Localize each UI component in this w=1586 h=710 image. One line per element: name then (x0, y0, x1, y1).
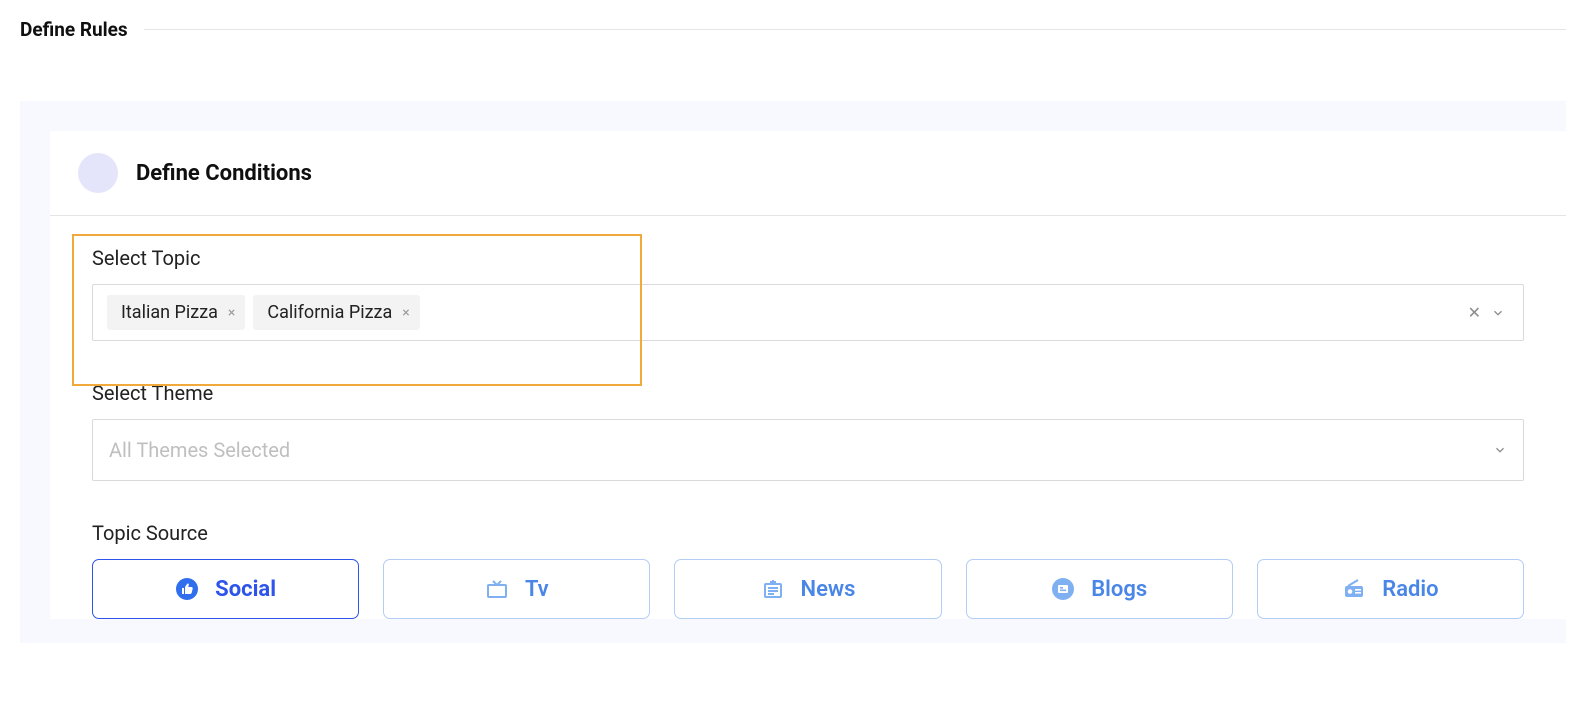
field-select-theme: Select Theme All Themes Selected (92, 381, 1524, 481)
source-social[interactable]: Social (92, 559, 359, 619)
divider (144, 29, 1566, 30)
label-select-theme: Select Theme (92, 381, 1524, 405)
chevron-down-icon[interactable] (1493, 443, 1507, 457)
source-news[interactable]: News (674, 559, 941, 619)
field-select-topic: Select Topic Italian Pizza × California … (92, 246, 1524, 341)
source-blogs[interactable]: Blogs (966, 559, 1233, 619)
conditions-card: Define Conditions Select Topic Italian P… (50, 131, 1566, 619)
source-label: Blogs (1091, 577, 1147, 602)
topic-tag[interactable]: Italian Pizza × (107, 295, 245, 330)
news-icon (761, 577, 785, 601)
source-tv[interactable]: Tv (383, 559, 650, 619)
topic-tag[interactable]: California Pizza × (253, 295, 419, 330)
tv-icon (485, 577, 509, 601)
source-label: Tv (525, 577, 549, 602)
field-topic-source: Topic Source Social Tv (92, 521, 1524, 619)
topic-tag-input[interactable]: Italian Pizza × California Pizza × ✕ (92, 284, 1524, 341)
conditions-panel: Define Conditions Select Topic Italian P… (20, 101, 1566, 643)
page-title: Define Rules (20, 18, 128, 41)
clear-all-icon[interactable]: ✕ (1468, 303, 1481, 322)
tag-label: California Pizza (267, 302, 392, 323)
label-topic-source: Topic Source (92, 521, 1524, 545)
card-title: Define Conditions (136, 161, 312, 186)
thumb-up-icon (175, 577, 199, 601)
tag-label: Italian Pizza (121, 302, 218, 323)
source-options: Social Tv News (92, 559, 1524, 619)
blog-icon (1051, 577, 1075, 601)
step-indicator (78, 153, 118, 193)
close-icon[interactable]: × (402, 306, 409, 320)
theme-placeholder: All Themes Selected (109, 438, 290, 462)
radio-icon (1342, 577, 1366, 601)
section-header: Define Rules (0, 0, 1586, 51)
source-radio[interactable]: Radio (1257, 559, 1524, 619)
card-header: Define Conditions (50, 131, 1566, 216)
theme-select[interactable]: All Themes Selected (92, 419, 1524, 481)
label-select-topic: Select Topic (92, 246, 1524, 270)
chevron-down-icon[interactable] (1491, 306, 1505, 320)
close-icon[interactable]: × (228, 306, 235, 320)
source-label: News (801, 577, 856, 602)
source-label: Radio (1382, 577, 1438, 602)
source-label: Social (215, 577, 276, 602)
